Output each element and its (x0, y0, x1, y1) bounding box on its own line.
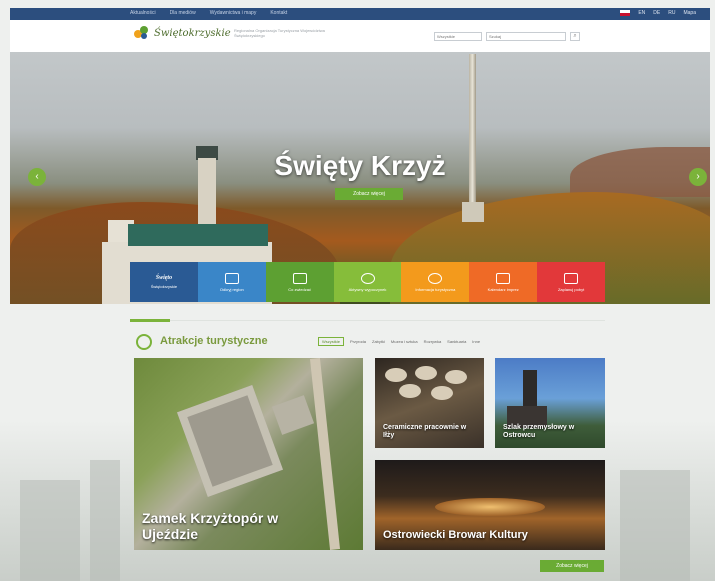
lang-de[interactable]: DE (653, 10, 660, 16)
search-input[interactable] (486, 32, 566, 41)
tile-active-leisure[interactable]: Aktywny wypoczynek (333, 262, 402, 302)
card-pot (445, 370, 467, 384)
flag-pl-icon[interactable] (620, 10, 631, 16)
site-tagline: Regionalna Organizacja Turystyczna Wojew… (234, 28, 325, 38)
brand-logo-icon: Święto (155, 275, 173, 281)
hero-tv-tower (469, 54, 476, 219)
tile-events-calendar[interactable]: Kalendarz imprez (469, 262, 538, 302)
info-icon (428, 272, 443, 284)
tile-brand[interactable]: Święto Świętokrzyskie (130, 262, 198, 302)
filter-all[interactable]: Wszystkie (318, 337, 344, 346)
logo-mark-icon (134, 26, 150, 40)
top-utility-bar: Aktualności Dla mediów Wydawnictwa i map… (10, 8, 710, 20)
attraction-card-brewery[interactable]: Ostrowiecki Browar Kultury (375, 460, 605, 550)
card-title: Szlak przemysłowy w Ostrowcu (503, 423, 575, 439)
card-title: Ostrowiecki Browar Kultury (383, 529, 528, 542)
card-title: Ceramiczne pracownie w Iłży (383, 423, 467, 439)
map-icon (224, 272, 239, 284)
attraction-filters: Wszystkie Przyroda Zabytki Muzea i sztuk… (318, 337, 480, 346)
hero-title: Święty Krzyż (274, 150, 446, 181)
calendar-icon (496, 272, 511, 284)
section-divider (130, 320, 605, 321)
filter-other[interactable]: Inne (472, 339, 480, 344)
site-header: Świętokrzyskie Regionalna Organizacja Tu… (10, 20, 710, 52)
card-pot (431, 386, 453, 400)
card-courtyard (271, 395, 315, 435)
museum-icon (292, 272, 307, 284)
sitemap-link[interactable]: Mapa (683, 10, 696, 16)
top-link-media[interactable]: Dla mediów (170, 10, 196, 16)
filter-sanctuaries[interactable]: Sanktuaria (447, 339, 466, 344)
attractions-section: Atrakcje turystyczne Wszystkie Przyroda … (130, 319, 605, 581)
attraction-card-pottery[interactable]: Ceramiczne pracownie w Iłży (375, 358, 484, 448)
tile-sightseeing[interactable]: Co zwiedzać (265, 262, 334, 302)
site-logo[interactable]: Świętokrzyskie (134, 26, 231, 40)
top-links: Aktualności Dla mediów Wydawnictwa i map… (130, 10, 287, 16)
card-castle-image (177, 385, 283, 497)
tile-discover-region[interactable]: Odkryj region (197, 262, 266, 302)
lang-en[interactable]: EN (638, 10, 645, 16)
tile-label: Informacja turystyczna (415, 286, 456, 292)
language-switcher: EN DE RU Mapa (620, 10, 696, 16)
tile-label: Świętokrzyskie (150, 284, 178, 289)
tile-label: Aktywny wypoczynek (348, 286, 387, 292)
search-icon[interactable]: ⌕ (570, 32, 580, 41)
tile-label: Odkryj region (219, 286, 244, 292)
tile-label: Co zwiedzać (288, 286, 311, 292)
tile-tourist-info[interactable]: Informacja turystyczna (401, 262, 470, 302)
section-title: Atrakcje turystyczne (160, 335, 268, 347)
card-pot (385, 368, 407, 382)
filter-entertainment[interactable]: Rozrywka (424, 339, 442, 344)
search-category-select[interactable]: Wszystkie (434, 32, 482, 41)
filter-nature[interactable]: Przyroda (350, 339, 366, 344)
hero-monastery-roof (128, 224, 268, 246)
category-tiles: Święto Świętokrzyskie Odkryj region Co z… (130, 262, 606, 302)
card-title: Zamek Krzyżtopór w Ujeździe (142, 509, 279, 542)
attraction-card-industrial[interactable]: Szlak przemysłowy w Ostrowcu (495, 358, 605, 448)
suitcase-icon (564, 272, 579, 284)
chevron-right-icon[interactable]: › (689, 168, 707, 186)
card-pot (399, 384, 421, 398)
logo-text: Świętokrzyskie (154, 27, 231, 39)
card-road (309, 358, 341, 550)
filter-museums[interactable]: Muzea i sztuka (391, 339, 418, 344)
search-bar: Wszystkie ⌕ (434, 32, 580, 41)
section-accent (130, 319, 170, 322)
tile-plan-stay[interactable]: Zaplanuj pobyt (537, 262, 606, 302)
bicycle-icon (360, 272, 375, 284)
tile-label: Kalendarz imprez (487, 286, 519, 292)
chevron-left-icon[interactable]: ‹ (28, 168, 46, 186)
card-night-lights (435, 498, 545, 516)
top-link-news[interactable]: Aktualności (130, 10, 156, 16)
tile-label: Zaplanuj pobyt (557, 286, 585, 292)
hero-more-button[interactable]: Zobacz więcej (335, 188, 403, 200)
filter-monuments[interactable]: Zabytki (372, 339, 385, 344)
top-link-contact[interactable]: Kontakt (270, 10, 287, 16)
attractions-icon (136, 334, 152, 350)
lang-ru[interactable]: RU (668, 10, 675, 16)
top-link-publications[interactable]: Wydawnictwa i mapy (210, 10, 257, 16)
attraction-card-castle[interactable]: Zamek Krzyżtopór w Ujeździe (134, 358, 363, 550)
hero-tower-base (462, 202, 484, 222)
more-attractions-button[interactable]: Zobacz więcej (540, 560, 604, 572)
card-pot (415, 366, 437, 380)
